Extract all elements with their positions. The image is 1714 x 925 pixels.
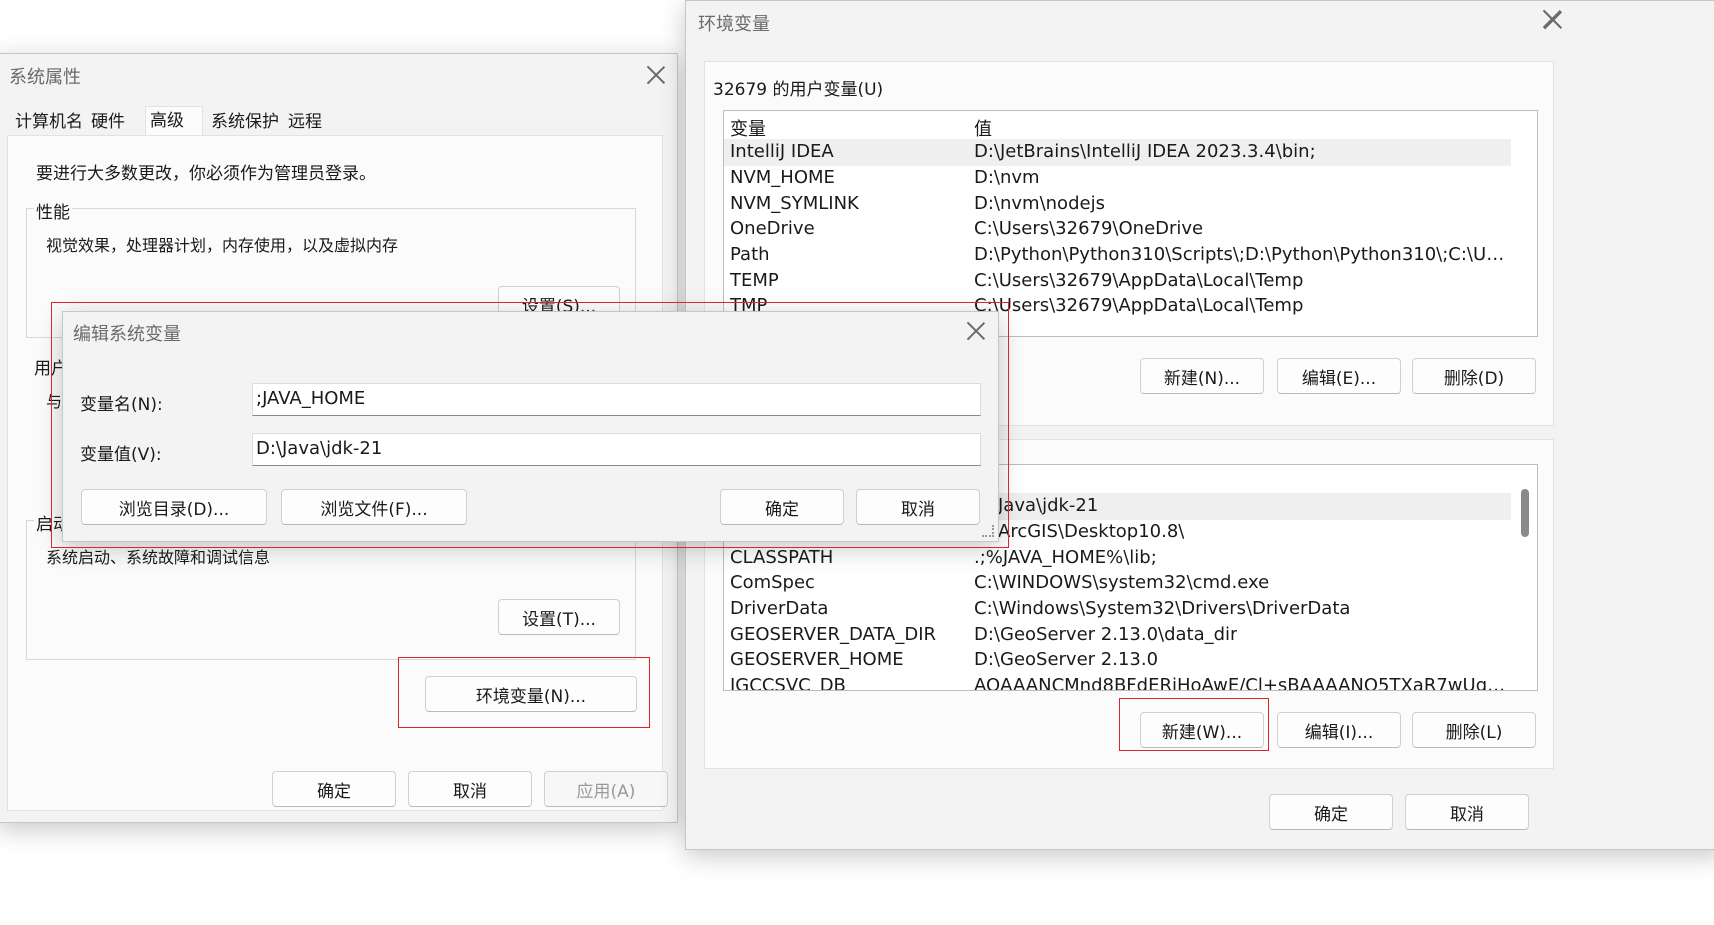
highlight-env-button	[398, 657, 650, 728]
tab-system-protection[interactable]: 系统保护	[207, 108, 283, 138]
sysprops-ok-button[interactable]: 确定	[272, 771, 396, 807]
table-row[interactable]: NVM_SYMLINK D:\nvm\nodejs	[724, 191, 1511, 218]
var-value: D:\GeoServer 2.13.0	[974, 649, 1159, 670]
table-row[interactable]: ComSpec C:\WINDOWS\system32\cmd.exe	[724, 570, 1511, 597]
var-value: AQAAANCMnd8BFdERjHoAwE/Cl+sBAAAANQ5TXaR7…	[974, 675, 1509, 691]
var-name: TEMP	[730, 270, 779, 291]
column-header-value[interactable]: 值	[974, 115, 992, 141]
table-row[interactable]: Path D:\Python\Python310\Scripts\;D:\Pyt…	[724, 242, 1511, 269]
table-row[interactable]: GEOSERVER_HOME D:\GeoServer 2.13.0	[724, 647, 1511, 674]
table-row[interactable]: DriverData C:\Windows\System32\Drivers\D…	[724, 596, 1511, 623]
sysprops-cancel-button[interactable]: 取消	[408, 771, 532, 807]
var-name: GEOSERVER_DATA_DIR	[730, 624, 937, 645]
var-name: IGCCSVC_DB	[730, 675, 846, 691]
var-name: NVM_SYMLINK	[730, 193, 859, 214]
admin-note: 要进行大多数更改，你必须作为管理员登录。	[36, 164, 376, 184]
scrollbar-thumb[interactable]	[1521, 489, 1529, 537]
system-edit-button[interactable]: 编辑(I)...	[1277, 712, 1401, 748]
var-name: IntelliJ IDEA	[730, 141, 834, 162]
table-row[interactable]: TEMP C:\Users\32679\AppData\Local\Temp	[724, 268, 1511, 295]
var-value: C:\WINDOWS\system32\cmd.exe	[974, 572, 1270, 593]
var-value: C:\Users\32679\OneDrive	[974, 218, 1204, 239]
var-value: ArcGIS\Desktop10.8\	[998, 521, 1185, 542]
table-row[interactable]: IGCCSVC_DB AQAAANCMnd8BFdERjHoAwE/Cl+sBA…	[724, 673, 1511, 691]
user-edit-button[interactable]: 编辑(E)...	[1277, 358, 1401, 394]
highlight-system-new-button	[1119, 698, 1269, 751]
sysprops-apply-button[interactable]: 应用(A)	[544, 771, 668, 807]
var-value: D:\nvm\nodejs	[974, 193, 1105, 214]
tab-hardware[interactable]: 硬件	[87, 108, 129, 138]
performance-label: 性能	[34, 198, 72, 223]
var-value: D:\GeoServer 2.13.0\data_dir	[974, 624, 1238, 645]
var-name: GEOSERVER_HOME	[730, 649, 904, 670]
var-name: Path	[730, 244, 770, 265]
var-value: D:\JetBrains\IntelliJ IDEA 2023.3.4\bin;	[974, 141, 1316, 162]
tab-computer-name[interactable]: 计算机名	[11, 108, 87, 138]
var-value: Java\jdk-21	[998, 495, 1099, 516]
system-properties-title: 系统属性	[9, 67, 81, 88]
var-value: C:\Users\32679\AppData\Local\Temp	[974, 295, 1304, 316]
table-row[interactable]: IntelliJ IDEA D:\JetBrains\IntelliJ IDEA…	[724, 139, 1511, 166]
envvars-close-icon[interactable]	[1541, 8, 1563, 30]
system-delete-button[interactable]: 删除(L)	[1412, 712, 1536, 748]
column-header-variable[interactable]: 变量	[730, 115, 766, 141]
var-name: NVM_HOME	[730, 167, 835, 188]
startup-settings-button[interactable]: 设置(T)...	[498, 599, 620, 635]
table-row[interactable]: GEOSERVER_DATA_DIR D:\GeoServer 2.13.0\d…	[724, 622, 1511, 649]
close-icon[interactable]	[645, 64, 667, 86]
table-row[interactable]: NVM_HOME D:\nvm	[724, 165, 1511, 192]
var-value: D:\nvm	[974, 167, 1040, 188]
var-name: OneDrive	[730, 218, 815, 239]
envvars-cancel-button[interactable]: 取消	[1405, 794, 1529, 830]
var-name: CLASSPATH	[730, 547, 834, 568]
highlight-edit-dialog	[51, 302, 1009, 548]
var-value: D:\Python\Python310\Scripts\;D:\Python\P…	[974, 244, 1509, 265]
var-value: .;%JAVA_HOME%\lib;	[974, 547, 1157, 568]
tab-remote[interactable]: 远程	[284, 108, 326, 138]
table-row[interactable]: OneDrive C:\Users\32679\OneDrive	[724, 216, 1511, 243]
user-new-button[interactable]: 新建(N)...	[1140, 358, 1264, 394]
performance-desc: 视觉效果，处理器计划，内存使用，以及虚拟内存	[46, 236, 399, 255]
user-vars-section-label: 32679 的用户变量(U)	[713, 80, 884, 100]
var-value: C:\Users\32679\AppData\Local\Temp	[974, 270, 1304, 291]
envvars-ok-button[interactable]: 确定	[1269, 794, 1393, 830]
var-name: ComSpec	[730, 572, 815, 593]
var-name: DriverData	[730, 598, 829, 619]
table-row[interactable]: CLASSPATH .;%JAVA_HOME%\lib;	[724, 545, 1511, 572]
user-delete-button[interactable]: 删除(D)	[1412, 358, 1536, 394]
list-header: 变量 值	[724, 113, 1511, 140]
environment-variables-title: 环境变量	[698, 14, 770, 35]
var-value: C:\Windows\System32\Drivers\DriverData	[974, 598, 1351, 619]
